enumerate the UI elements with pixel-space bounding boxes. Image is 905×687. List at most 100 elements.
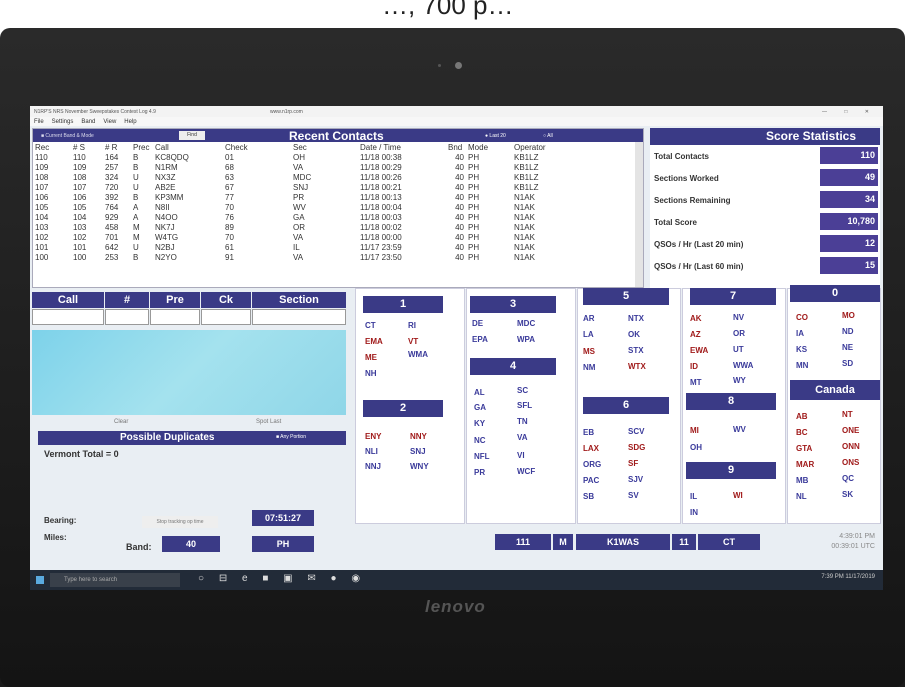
col-header-prec[interactable]: Prec [131,142,153,152]
band-value[interactable]: 40 [162,536,220,552]
menu-band[interactable]: Band [81,119,95,125]
section-vi[interactable]: VI [517,451,525,460]
col-header-operator[interactable]: Operator [512,142,592,152]
section-oh[interactable]: OH [690,443,702,452]
section-scv[interactable]: SCV [628,427,644,436]
find-button[interactable]: Find [179,131,205,140]
section-stx[interactable]: STX [628,346,644,355]
section-ut[interactable]: UT [733,345,744,354]
section-ntx[interactable]: NTX [628,314,644,323]
section-or[interactable]: OR [733,329,745,338]
section-mi[interactable]: MI [690,426,699,435]
taskbar-search-input[interactable]: Type here to search [50,573,180,587]
window-controls[interactable]: — □ ✕ [822,109,877,115]
section-ri[interactable]: RI [408,321,416,330]
current-band-mode-checkbox[interactable]: ■ Current Band & Mode [41,133,94,139]
section-one[interactable]: ONE [842,426,859,435]
section-nli[interactable]: NLI [365,447,378,456]
table-row[interactable]: 107 107 720 U AB2E 67 SNJ 11/18 00:21 40 PH KB1LZ [33,182,592,192]
section-mt[interactable]: MT [690,378,702,387]
section-nnj[interactable]: NNJ [365,462,381,471]
section-ks[interactable]: KS [796,345,807,354]
section-ne[interactable]: NE [842,343,853,352]
section-wcf[interactable]: WCF [517,467,535,476]
any-portion-checkbox[interactable]: ■ Any Portion [276,434,306,440]
section-eb[interactable]: EB [583,428,594,437]
precedence-input[interactable] [150,309,200,325]
check-input[interactable] [201,309,251,325]
section-nm[interactable]: NM [583,363,595,372]
section-co[interactable]: CO [796,313,808,322]
section-az[interactable]: AZ [690,330,701,339]
section-wma[interactable]: WMA [408,350,428,359]
section-eny[interactable]: ENY [365,432,381,441]
section-wy[interactable]: WY [733,376,746,385]
contacts-scrollbar[interactable] [635,142,643,287]
col-header-mode[interactable]: Mode [466,142,512,152]
serial-input[interactable] [105,309,149,325]
section-ab[interactable]: AB [796,412,808,421]
section-il[interactable]: IL [690,492,697,501]
section-mn[interactable]: MN [796,361,808,370]
section-sc[interactable]: SC [517,386,528,395]
table-row[interactable]: 109 109 257 B N1RM 68 VA 11/18 00:29 40 PH KB1LZ [33,162,592,172]
section-snj[interactable]: SNJ [410,447,426,456]
section-gta[interactable]: GTA [796,444,812,453]
section-me[interactable]: ME [365,353,377,362]
section-in[interactable]: IN [690,508,698,517]
col-header-band[interactable]: Bnd [446,142,466,152]
section-ms[interactable]: MS [583,347,595,356]
section-nt[interactable]: NT [842,410,853,419]
section-onn[interactable]: ONN [842,442,860,451]
section-id[interactable]: ID [690,362,698,371]
section-va[interactable]: VA [517,433,528,442]
col-header-sent[interactable]: # S [71,142,103,152]
stop-tracking-button[interactable]: Stop tracking op time [142,516,218,528]
col-header-datetime[interactable]: Date / Time [358,142,446,152]
system-tray[interactable]: 7:39 PM 11/17/2019 [821,574,875,580]
section-wwa[interactable]: WWA [733,361,753,370]
section-sk[interactable]: SK [842,490,853,499]
section-ar[interactable]: AR [583,314,595,323]
section-wpa[interactable]: WPA [517,335,535,344]
clear-button[interactable]: Clear [114,419,128,425]
table-row[interactable]: 106 106 392 B KP3MM 77 PR 11/18 00:13 40 PH N1AK [33,192,592,202]
mode-value[interactable]: PH [252,536,314,552]
section-mo[interactable]: MO [842,311,855,320]
call-input[interactable] [32,309,104,325]
col-header-check[interactable]: Check [223,142,291,152]
radio-all[interactable]: ○ All [543,133,553,139]
col-header-call[interactable]: Call [153,142,223,152]
section-epa[interactable]: EPA [472,335,488,344]
section-pac[interactable]: PAC [583,476,599,485]
section-bc[interactable]: BC [796,428,808,437]
col-header-received[interactable]: # R [103,142,131,152]
table-row[interactable]: 105 105 764 A N8II 70 WV 11/18 00:04 40 PH N1AK [33,202,592,212]
section-ga[interactable]: GA [474,403,486,412]
section-ewa[interactable]: EWA [690,346,708,355]
menu-help[interactable]: Help [124,119,136,125]
section-ok[interactable]: OK [628,330,640,339]
section-nv[interactable]: NV [733,313,744,322]
menu-view[interactable]: View [103,119,116,125]
section-wny[interactable]: WNY [410,462,429,471]
section-lax[interactable]: LAX [583,444,599,453]
section-pr[interactable]: PR [474,468,485,477]
table-row[interactable]: 101 101 642 U N2BJ 61 IL 11/17 23:59 40 PH N1AK [33,242,592,252]
section-la[interactable]: LA [583,330,594,339]
section-al[interactable]: AL [474,388,485,397]
section-ia[interactable]: IA [796,329,804,338]
menu-file[interactable]: File [34,119,44,125]
table-row[interactable]: 108 108 324 U NX3Z 63 MDC 11/18 00:26 40 PH KB1LZ [33,172,592,182]
section-input[interactable] [252,309,346,325]
section-sv[interactable]: SV [628,491,639,500]
section-tn[interactable]: TN [517,417,528,426]
section-ons[interactable]: ONS [842,458,859,467]
section-qc[interactable]: QC [842,474,854,483]
col-header-rec[interactable]: Rec [33,142,71,152]
section-sfl[interactable]: SFL [517,401,532,410]
section-nl[interactable]: NL [796,492,807,501]
section-de[interactable]: DE [472,319,483,328]
taskbar-app-icons[interactable]: ○ ⊟ e ■ ▣ ✉ ● ◉ [198,573,366,584]
section-nc[interactable]: NC [474,436,486,445]
